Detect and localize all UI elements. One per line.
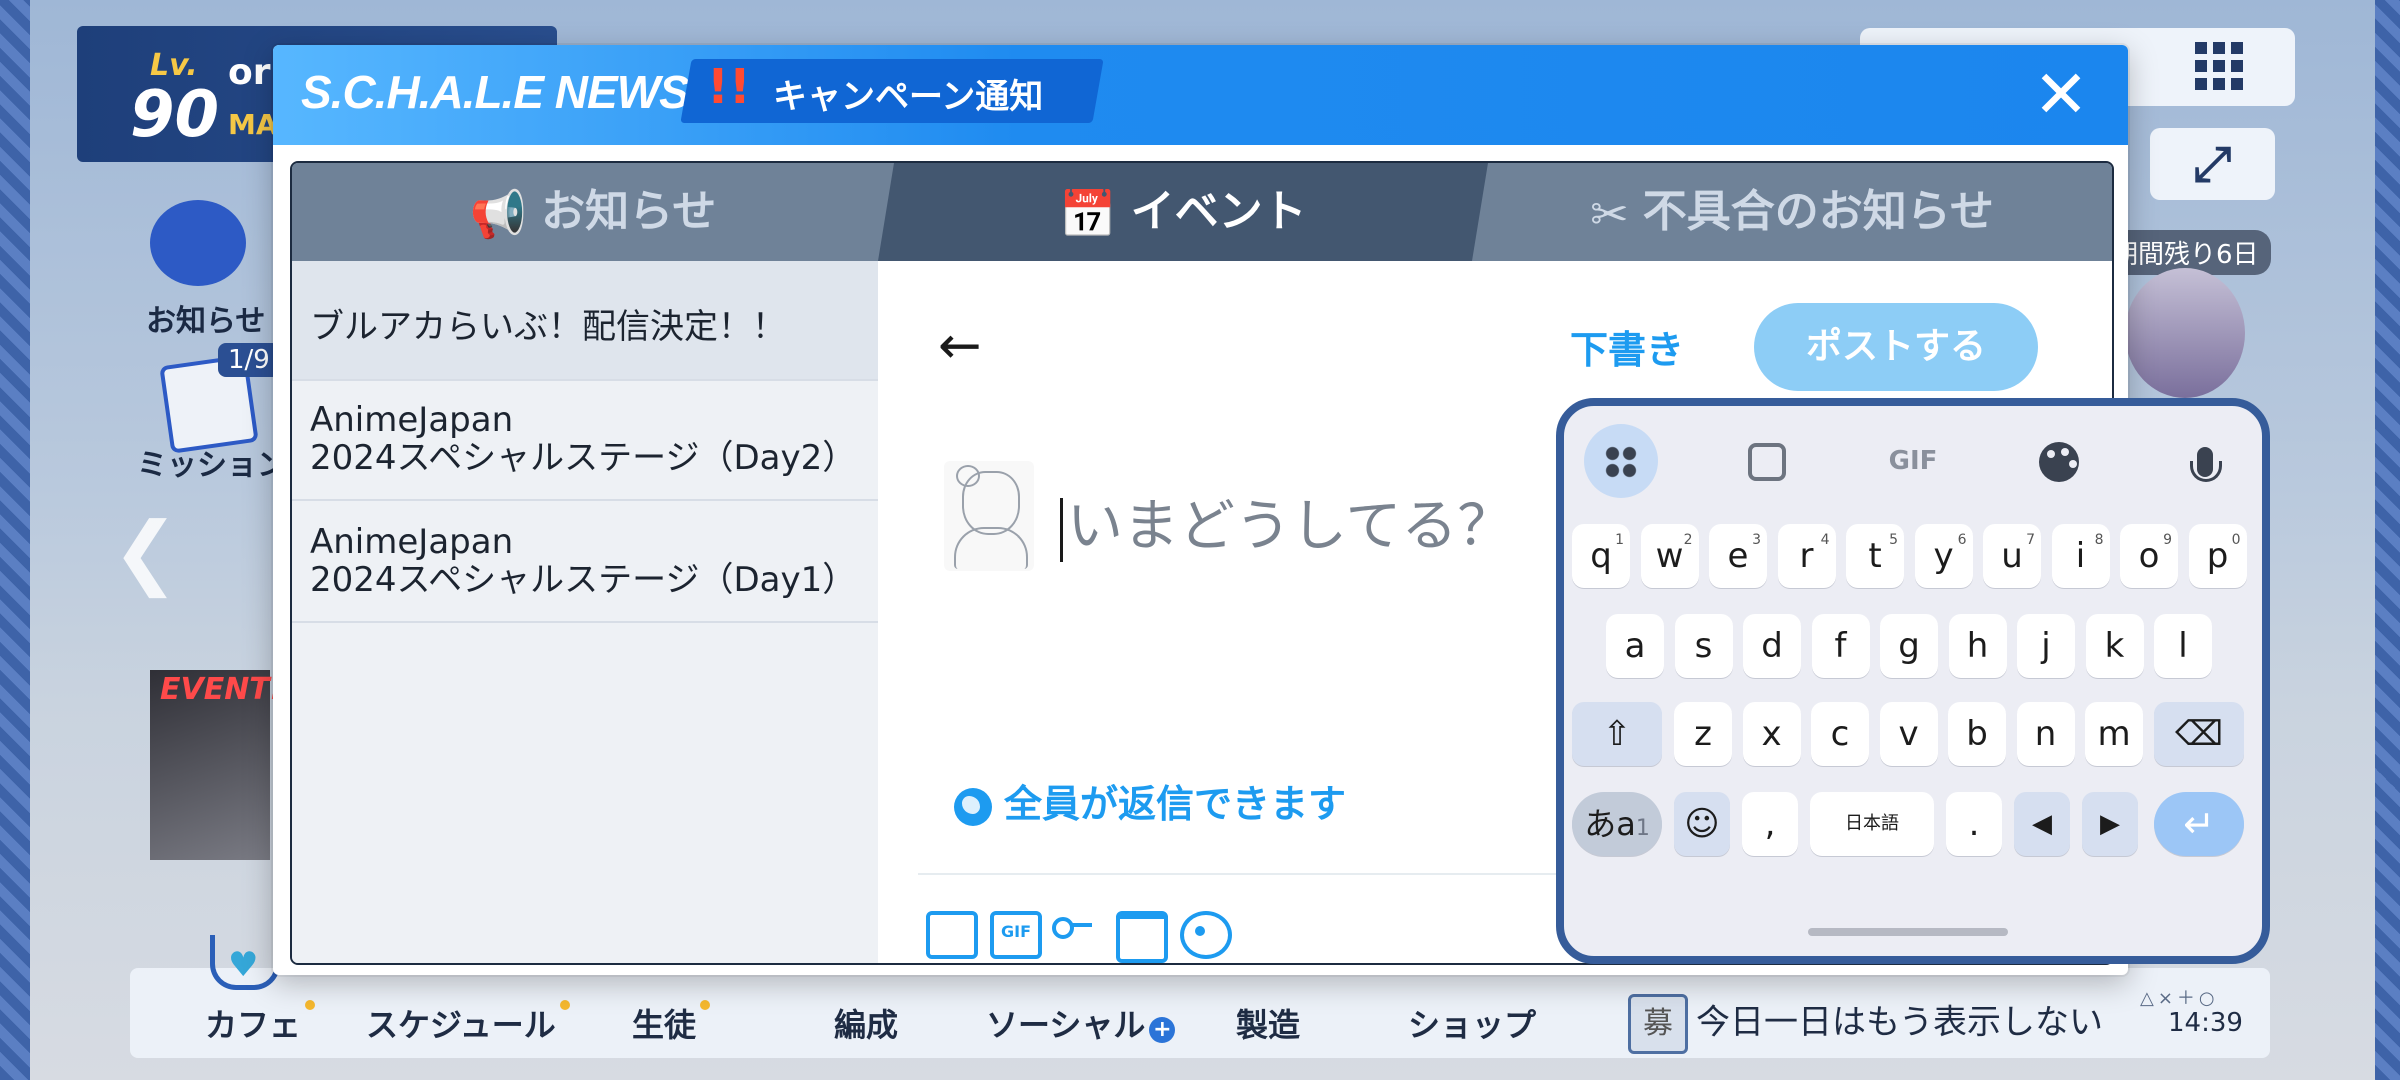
key-r[interactable]: r4 bbox=[1777, 524, 1836, 588]
home-indicator bbox=[1808, 928, 2008, 936]
side-mission-label: ミッション bbox=[137, 448, 287, 483]
palette-icon[interactable] bbox=[2022, 424, 2096, 498]
key-q[interactable]: q1 bbox=[1572, 524, 1630, 588]
keyboard-toolbar: GIF bbox=[1564, 406, 2262, 506]
nav-cafe[interactable]: カフェ bbox=[205, 1000, 316, 1046]
player-sub-label: MA bbox=[228, 108, 278, 141]
key-b[interactable]: b bbox=[1948, 702, 2006, 766]
left-chevron-icon[interactable]: ❮ bbox=[112, 505, 179, 598]
nav-formation[interactable]: 編成 bbox=[834, 1000, 898, 1046]
image-icon[interactable] bbox=[926, 911, 978, 959]
console-button-symbols: △×＋○ bbox=[2140, 988, 2219, 1009]
key-f[interactable]: f bbox=[1811, 614, 1870, 678]
globe-icon bbox=[954, 787, 992, 826]
gif-button[interactable]: GIF bbox=[1876, 424, 1950, 498]
poll-icon[interactable] bbox=[1050, 911, 1094, 951]
key-n[interactable]: n bbox=[2016, 702, 2075, 766]
language-key[interactable]: 日本語 bbox=[1810, 792, 1934, 856]
dont-show-checkbox[interactable]: 募 bbox=[1628, 994, 1688, 1054]
key-j[interactable]: j bbox=[2017, 614, 2075, 678]
clock: 14:39 bbox=[2168, 1008, 2243, 1038]
post-button[interactable]: ポストする bbox=[1754, 303, 2038, 391]
tab-notices[interactable]: 📢 お知らせ bbox=[292, 163, 894, 261]
nav-shop[interactable]: ショップ bbox=[1408, 1000, 1536, 1046]
level-number: 90 bbox=[130, 78, 220, 152]
dont-show-label: 今日一日はもう表示しない bbox=[1696, 1002, 2103, 1043]
mission-progress-badge: 1/9 bbox=[218, 343, 280, 377]
sticker-icon[interactable] bbox=[1730, 424, 1804, 498]
key-t[interactable]: t5 bbox=[1846, 524, 1904, 588]
key-d[interactable]: d bbox=[1743, 614, 1801, 678]
player-name: or bbox=[228, 52, 271, 93]
schedule-icon[interactable] bbox=[1116, 911, 1168, 963]
key-e[interactable]: e3 bbox=[1709, 524, 1767, 588]
news-list: ブルアカらいぶ！配信決定！！ AnimeJapan 2024スペシャルステージ（… bbox=[292, 261, 880, 963]
nav-students[interactable]: 生徒 bbox=[632, 1000, 711, 1046]
left-arrow-key[interactable]: ◀ bbox=[2014, 792, 2070, 856]
dont-show-today[interactable]: 募今日一日はもう表示しない bbox=[1628, 994, 2103, 1054]
key-c[interactable]: c bbox=[1811, 702, 1869, 766]
avatar[interactable] bbox=[944, 461, 1034, 571]
key-x[interactable]: x bbox=[1742, 702, 1801, 766]
tab-bug-reports[interactable]: ✂ 不具合のお知らせ bbox=[1472, 163, 2112, 261]
key-p[interactable]: p0 bbox=[2188, 524, 2247, 588]
gif-icon[interactable]: GIF bbox=[990, 911, 1042, 959]
enter-key[interactable]: ↵ bbox=[2154, 792, 2244, 856]
modal-header: S.C.H.A.L.E NEWS !! キャンペーン通知 ✕ bbox=[273, 45, 2128, 145]
tools-icon: ✂ bbox=[1590, 187, 1629, 241]
campaign-notice-label: キャンペーン通知 bbox=[773, 77, 1044, 117]
key-i[interactable]: i8 bbox=[2051, 524, 2110, 588]
apps-icon[interactable] bbox=[1584, 424, 1658, 498]
close-icon[interactable]: ✕ bbox=[2028, 62, 2094, 131]
on-screen-keyboard: GIF ⇧ ⌫ あa1 ☺ , 日本語 . ◀ ▶ ↵ q1w2e3r4t5y6… bbox=[1556, 398, 2270, 964]
tab-events[interactable]: 📅 イベント bbox=[878, 163, 1488, 261]
backspace-key[interactable]: ⌫ bbox=[2154, 702, 2244, 766]
emoji-key[interactable]: ☺ bbox=[1674, 792, 1730, 856]
notice-megaphone-icon[interactable] bbox=[150, 200, 246, 286]
list-item[interactable]: ブルアカらいぶ！配信決定！！ bbox=[292, 261, 878, 381]
location-icon[interactable] bbox=[1180, 911, 1232, 959]
exclamation-icon: !! bbox=[707, 59, 751, 115]
grid-menu-icon bbox=[2195, 42, 2243, 90]
reply-setting-button[interactable]: 全員が返信できます bbox=[954, 773, 1346, 828]
input-mode-switch-key[interactable]: あa1 bbox=[1572, 792, 1662, 856]
side-notice-label: お知らせ bbox=[146, 304, 266, 339]
event-banner-label: EVENT! bbox=[160, 672, 284, 707]
key-a[interactable]: a bbox=[1606, 614, 1664, 678]
nav-schedule[interactable]: スケジュール bbox=[366, 1000, 570, 1046]
key-l[interactable]: l bbox=[2154, 614, 2212, 678]
key-z[interactable]: z bbox=[1674, 702, 1732, 766]
comma-key[interactable]: , bbox=[1742, 792, 1798, 856]
key-s[interactable]: s bbox=[1674, 614, 1733, 678]
compose-input[interactable]: いまどうしてる？ bbox=[1060, 481, 1513, 562]
list-item[interactable]: AnimeJapan 2024スペシャルステージ（Day2） bbox=[292, 381, 878, 501]
period-key[interactable]: . bbox=[1946, 792, 2002, 856]
calendar-clock-icon: 📅 bbox=[1059, 187, 1117, 241]
shift-key[interactable]: ⇧ bbox=[1572, 702, 1662, 766]
nav-social[interactable]: ソーシャル + bbox=[986, 1000, 1176, 1046]
key-g[interactable]: g bbox=[1880, 614, 1938, 678]
heart-icon: ♥ bbox=[228, 945, 259, 985]
news-tabs: 📢 お知らせ ✂ 不具合のお知らせ 📅 イベント bbox=[292, 163, 2112, 261]
key-m[interactable]: m bbox=[2085, 702, 2143, 766]
fullscreen-button[interactable]: ⤢ bbox=[2150, 128, 2275, 200]
key-o[interactable]: o9 bbox=[2120, 524, 2178, 588]
right-arrow-key[interactable]: ▶ bbox=[2082, 792, 2138, 856]
key-y[interactable]: y6 bbox=[1914, 524, 1973, 588]
back-arrow-icon[interactable]: ← bbox=[938, 316, 982, 376]
key-h[interactable]: h bbox=[1948, 614, 2007, 678]
nav-crafting[interactable]: 製造 bbox=[1236, 1000, 1300, 1046]
event-character-avatar[interactable] bbox=[2125, 268, 2245, 398]
megaphone-icon: 📢 bbox=[469, 187, 528, 241]
list-item[interactable]: AnimeJapan 2024スペシャルステージ（Day1） bbox=[292, 501, 878, 623]
key-k[interactable]: k bbox=[2085, 614, 2144, 678]
compose-placeholder: いまどうしてる？ bbox=[1067, 494, 1514, 559]
mic-icon[interactable] bbox=[2168, 424, 2242, 498]
key-u[interactable]: u7 bbox=[1983, 524, 2041, 588]
draft-button[interactable]: 下書き bbox=[1570, 319, 1684, 374]
key-v[interactable]: v bbox=[1879, 702, 1938, 766]
key-w[interactable]: w2 bbox=[1640, 524, 1699, 588]
brand-title: S.C.H.A.L.E NEWS bbox=[301, 66, 690, 118]
